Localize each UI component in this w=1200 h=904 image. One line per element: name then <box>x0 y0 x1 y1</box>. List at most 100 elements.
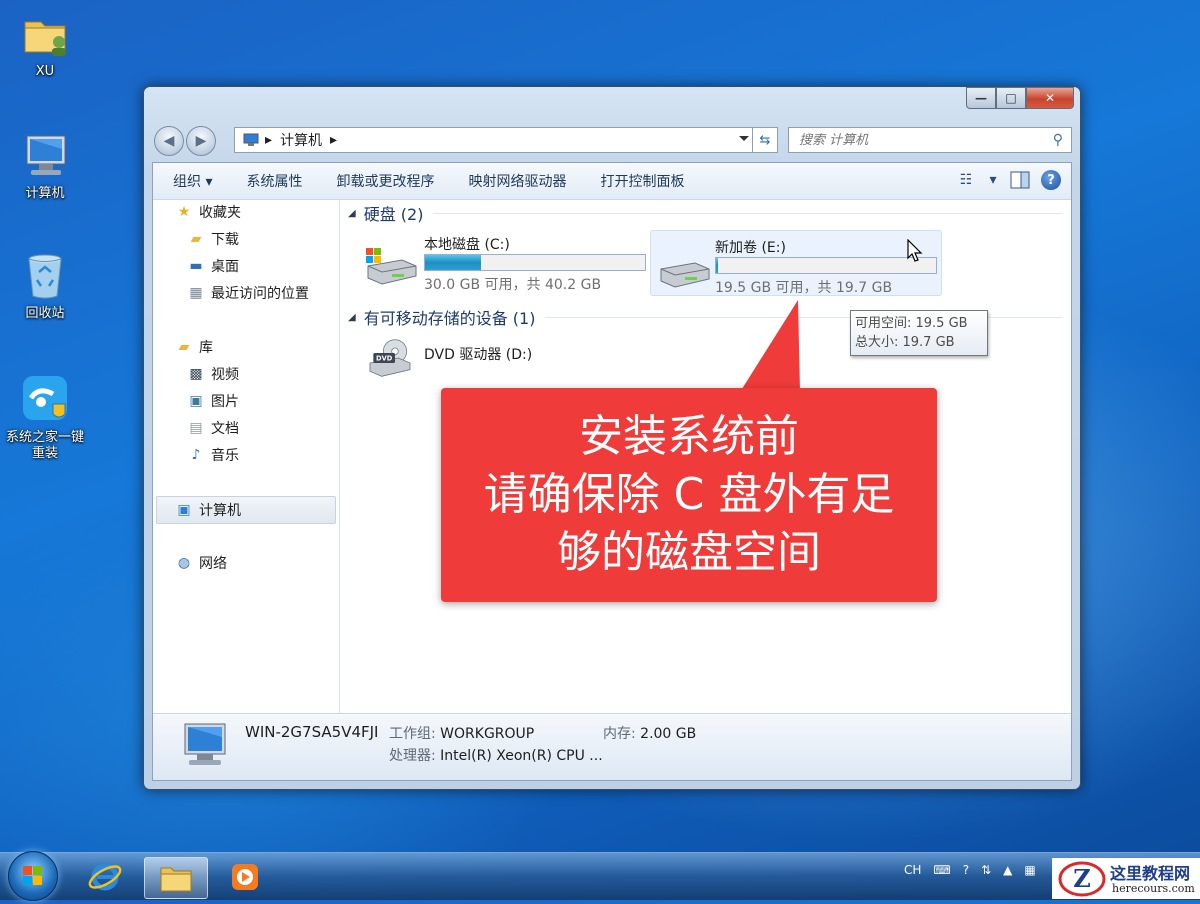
search-icon[interactable]: ⚲ <box>1053 132 1063 148</box>
processor-label: 处理器: <box>389 748 436 764</box>
desktop-icon-user[interactable]: XU <box>0 8 90 80</box>
section-title: 有可移动存储的设备 (1) <box>363 309 536 328</box>
computer-name: WIN-2G7SA5V4FJI <box>245 723 378 741</box>
desktop-icon-reinstall[interactable]: 系统之家一键重装 <box>0 374 90 462</box>
language-indicator[interactable]: CH <box>904 863 921 877</box>
breadcrumb-trail-arrow[interactable]: ▸ <box>330 132 337 148</box>
maximize-button[interactable]: □ <box>996 87 1026 109</box>
computer-icon <box>19 130 71 182</box>
section-hard-disks[interactable]: ◢ 硬盘 (2) <box>348 200 1063 226</box>
drive-usage-bar <box>424 254 646 271</box>
nav-label: 文档 <box>211 421 239 437</box>
nav-favorites[interactable]: ★ 收藏夹 <box>175 199 241 225</box>
navigation-bar: ◀ ▶ ▸ 计算机 ▸ ⇆ ⚲ <box>154 125 1072 156</box>
taskbar-media-player[interactable] <box>214 857 276 897</box>
watermark-url: herecours.com <box>1112 882 1195 895</box>
address-dropdown-icon[interactable] <box>739 136 749 146</box>
desktop-icon-label: 系统之家一键重装 <box>5 430 84 461</box>
nav-label: 下载 <box>211 232 239 248</box>
close-button[interactable]: ✕ <box>1026 87 1074 109</box>
nav-label: 桌面 <box>211 259 239 275</box>
drive-name: 本地磁盘 (C:) <box>424 237 510 253</box>
drive-c[interactable]: 本地磁盘 (C:) 30.0 GB 可用，共 40.2 GB <box>354 228 650 293</box>
workgroup-value: WORKGROUP <box>440 726 535 742</box>
nav-label: 库 <box>199 340 213 356</box>
back-button[interactable]: ◀ <box>154 126 184 156</box>
system-tray: CH ⌨ ? ⇅ ▲ ▦ <box>904 863 1036 877</box>
desktop-folder-icon: ▬ <box>189 258 203 274</box>
minimize-button[interactable]: — <box>966 87 996 109</box>
map-network-drive-button[interactable]: 映射网络驱动器 <box>451 171 583 191</box>
pictures-icon: ▣ <box>189 393 203 409</box>
callout-line-1: 安装系统前 <box>579 411 799 462</box>
forward-arrow-icon: ▶ <box>195 133 207 149</box>
open-control-panel-button[interactable]: 打开控制面板 <box>583 171 701 191</box>
search-input[interactable] <box>797 131 1031 149</box>
start-button[interactable] <box>8 851 58 901</box>
change-view-icon[interactable]: ☷ <box>955 169 977 191</box>
drive-space-info: 19.5 GB 可用，共 19.7 GB <box>715 280 893 296</box>
nav-pictures[interactable]: ▣ 图片 <box>187 388 239 414</box>
callout-text: 安装系统前 请确保除 C 盘外有足 够的磁盘空间 <box>441 408 937 582</box>
breadcrumb-separator[interactable]: ▸ <box>265 132 272 148</box>
keyboard-icon[interactable]: ⌨ <box>933 863 950 877</box>
close-icon: ✕ <box>1044 91 1056 105</box>
tooltip-free-space: 可用空间: 19.5 GB <box>855 316 968 331</box>
nav-computer[interactable]: ▣ 计算机 <box>156 496 336 524</box>
nav-documents[interactable]: ▤ 文档 <box>187 415 239 441</box>
taskbar: CH ⌨ ? ⇅ ▲ ▦ <box>0 851 1200 901</box>
nav-desktop[interactable]: ▬ 桌面 <box>187 253 239 279</box>
nav-recent[interactable]: ▦ 最近访问的位置 <box>187 280 309 306</box>
callout-line-3: 够的磁盘空间 <box>557 527 821 578</box>
view-options-dropdown[interactable]: ▾ <box>987 169 999 191</box>
nav-downloads[interactable]: ▰ 下载 <box>187 226 239 252</box>
system-properties-button[interactable]: 系统属性 <box>229 171 319 191</box>
nav-label: 最近访问的位置 <box>211 286 309 302</box>
organize-menu[interactable]: 组织 ▾ <box>153 171 229 191</box>
show-hidden-icons[interactable]: ▲ <box>1003 863 1012 877</box>
nav-network[interactable]: ◍ 网络 <box>175 550 227 576</box>
help-icon[interactable]: ? <box>1041 170 1061 190</box>
callout-pointer <box>740 300 800 392</box>
library-icon: ▰ <box>178 339 190 355</box>
star-icon: ★ <box>177 204 191 220</box>
svg-text:Z: Z <box>1073 864 1091 893</box>
drive-tooltip: 可用空间: 19.5 GB 总大小: 19.7 GB <box>850 310 988 356</box>
mouse-cursor-icon <box>907 239 923 262</box>
uninstall-programs-button[interactable]: 卸载或更改程序 <box>319 171 451 191</box>
drive-d-dvd[interactable]: DVD DVD 驱动器 (D:) <box>354 332 554 396</box>
windows-hard-disk-icon <box>366 248 417 285</box>
help-tray-icon[interactable]: ? <box>963 863 969 877</box>
drive-name: DVD 驱动器 (D:) <box>424 347 533 363</box>
breadcrumb-computer[interactable]: 计算机 <box>280 130 322 150</box>
section-title: 硬盘 (2) <box>363 205 424 224</box>
nav-music[interactable]: ♪ 音乐 <box>187 442 239 468</box>
windows-logo-icon <box>23 866 42 885</box>
collapse-triangle-icon: ◢ <box>348 311 356 323</box>
drive-e[interactable]: 新加卷 (E:) 19.5 GB 可用，共 19.7 GB <box>650 230 942 296</box>
refresh-button[interactable]: ⇆ <box>752 127 778 153</box>
network-tray-icon[interactable]: ⇅ <box>981 863 991 877</box>
address-bar[interactable]: ▸ 计算机 ▸ <box>234 127 776 153</box>
search-box[interactable]: ⚲ <box>788 127 1072 153</box>
nav-libraries[interactable]: ▰ 库 <box>175 334 213 360</box>
preview-pane-icon[interactable] <box>1009 169 1031 191</box>
desktop-icon-label: 计算机 <box>25 186 65 201</box>
network-icon: ◍ <box>177 555 191 571</box>
taskbar-ie[interactable] <box>74 857 136 897</box>
desktop-icon-label: 回收站 <box>25 306 65 321</box>
command-bar: 组织 ▾ 系统属性 卸载或更改程序 映射网络驱动器 打开控制面板 ☷ ▾ ? <box>153 163 1071 200</box>
drive-usage-fill <box>425 255 481 270</box>
nav-videos[interactable]: ▩ 视频 <box>187 361 239 387</box>
computer-icon <box>184 723 226 765</box>
drive-usage-fill <box>716 258 719 273</box>
taskbar-explorer[interactable] <box>144 857 208 899</box>
network-status-icon[interactable]: ▦ <box>1024 863 1035 877</box>
desktop-icon-computer[interactable]: 计算机 <box>0 130 90 202</box>
minimize-icon: — <box>975 91 987 105</box>
desktop-icon-recycle-bin[interactable]: 回收站 <box>0 250 90 322</box>
internet-explorer-icon <box>88 863 122 891</box>
forward-button[interactable]: ▶ <box>186 126 216 156</box>
user-folder-icon <box>19 8 71 60</box>
desktop-icon-label: XU <box>35 64 55 79</box>
